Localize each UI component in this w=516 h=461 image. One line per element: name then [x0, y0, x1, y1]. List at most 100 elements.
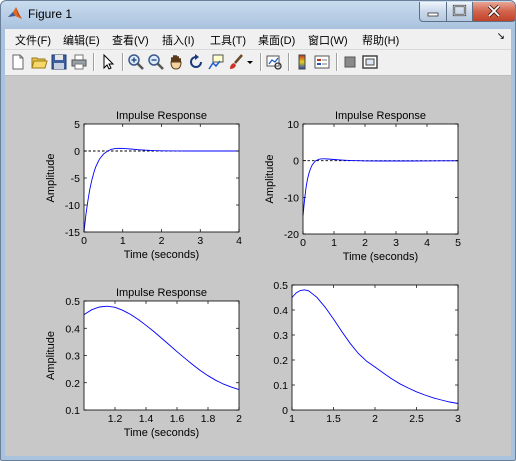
subplot-3-ylabel: Amplitude — [45, 331, 57, 380]
subplot-3-ytick-label: 0.1 — [65, 405, 80, 417]
menu-bar: 文件(F) 编辑(E) 查看(V) 插入(I) 工具(T) 桌面(D) 窗口(W… — [5, 29, 511, 50]
hide-plot-tools-icon — [344, 56, 356, 68]
figure-toolbar — [5, 50, 511, 76]
link-plot-button[interactable] — [265, 53, 283, 71]
subplot-3-xlabel: Time (seconds) — [124, 427, 199, 439]
pan-button[interactable] — [167, 53, 185, 71]
toolbar-separator — [122, 53, 124, 71]
subplot-3-xtick-label: 1.4 — [139, 413, 154, 425]
close-button[interactable] — [472, 2, 515, 22]
link-plot-icon — [266, 55, 282, 70]
close-icon — [487, 4, 501, 18]
show-plot-tools-icon — [362, 55, 378, 69]
subplot-2-xtick-label: 2 — [362, 237, 368, 249]
brush-dropdown[interactable] — [245, 53, 255, 71]
subplot-4-xtick-label: 1.5 — [326, 413, 341, 425]
maximize-button[interactable] — [446, 2, 473, 22]
new-file-icon — [12, 54, 24, 70]
zoom-out-button[interactable] — [147, 53, 165, 71]
subplot-2-xtick-label: 4 — [424, 237, 430, 249]
subplot-2-axes-bg — [303, 124, 458, 234]
subplot-2-xtick-label: 0 — [300, 237, 306, 249]
brush-dropdown-icon — [247, 61, 253, 64]
minimize-button[interactable] — [419, 2, 447, 22]
menu-insert[interactable]: 插入(I) — [162, 32, 194, 48]
subplot-3-xtick-label: 2 — [236, 413, 242, 425]
menu-file[interactable]: 文件(F) — [15, 32, 51, 48]
subplot-2-xlabel: Time (seconds) — [343, 251, 418, 263]
toolbar-separator — [288, 53, 290, 71]
subplot-4-xtick-label: 3 — [455, 413, 461, 425]
menu-view[interactable]: 查看(V) — [112, 32, 149, 48]
menu-tools[interactable]: 工具(T) — [210, 32, 246, 48]
subplot-1-xlabel: Time (seconds) — [124, 249, 199, 261]
edit-plot-button[interactable] — [99, 53, 117, 71]
subplot-1-xtick-label: 2 — [159, 235, 165, 247]
hide-plot-tools-button[interactable] — [341, 53, 359, 71]
rotate-3d-icon — [190, 54, 202, 68]
brush-icon — [230, 54, 243, 69]
figure-canvas[interactable]: 0 1 2 3 4 -15 -10 -5 0 5 Impulse Response Time (sec… — [5, 76, 511, 456]
show-plot-tools-button[interactable] — [361, 53, 379, 71]
subplot-4-ytick-label: 0 — [282, 405, 288, 417]
rotate-3d-button[interactable] — [187, 53, 205, 71]
save-icon — [51, 54, 67, 70]
colorbar-icon — [298, 54, 306, 70]
subplot-1-ytick-label: -5 — [71, 173, 80, 185]
subplot-4-xtick-label: 2.5 — [409, 413, 424, 425]
insert-colorbar-button[interactable] — [293, 53, 311, 71]
subplot-1-ylabel: Amplitude — [45, 154, 57, 203]
menu-overflow-icon[interactable]: ↘ — [497, 31, 505, 42]
brush-button[interactable] — [227, 53, 245, 71]
subplot-2-xtick-label: 1 — [331, 237, 337, 249]
subplot-2-ytick-label: -20 — [284, 229, 299, 241]
subplot-3-ytick-label: 0.4 — [65, 323, 80, 335]
subplot-4-xtick-label: 2 — [372, 413, 378, 425]
subplot-3-xtick-label: 1.6 — [170, 413, 185, 425]
subplot-4-ytick-label: 0.2 — [273, 355, 288, 367]
subplot-1-xtick-label: 0 — [81, 235, 87, 247]
menu-window[interactable]: 窗口(W) — [308, 32, 348, 48]
subplot-1-ytick-label: -10 — [65, 200, 80, 212]
save-button[interactable] — [50, 53, 68, 71]
zoom-in-button[interactable] — [127, 53, 145, 71]
subplot-4-ytick-label: 0.3 — [273, 330, 288, 342]
toolbar-separator — [336, 53, 338, 71]
subplot-3-axes-bg — [84, 301, 239, 410]
toolbar-separator — [93, 53, 95, 71]
subplot-4-ytick-label: 0.5 — [273, 280, 288, 292]
subplot-1-axes-bg — [84, 124, 239, 232]
subplot-2-xtick-label: 5 — [455, 237, 461, 249]
pan-hand-icon — [170, 55, 182, 70]
subplot-2-ytick-label: 0 — [293, 156, 299, 168]
subplot-1-xtick-label: 3 — [197, 235, 203, 247]
subplot-3-ytick-label: 0.5 — [65, 296, 80, 308]
subplot-2-xtick-label: 3 — [393, 237, 399, 249]
open-folder-icon — [31, 57, 48, 69]
maximize-icon — [452, 4, 467, 17]
subplot-3-xtick-label: 1.2 — [108, 413, 123, 425]
legend-icon — [314, 55, 330, 69]
menu-desktop[interactable]: 桌面(D) — [258, 32, 295, 48]
menu-help[interactable]: 帮助(H) — [362, 32, 399, 48]
zoom-out-icon — [148, 54, 164, 70]
print-icon — [71, 54, 87, 70]
subplot-2-ylabel: Amplitude — [264, 155, 276, 204]
data-cursor-button[interactable] — [207, 53, 225, 71]
matlab-logo-icon — [8, 7, 22, 19]
subplot-3-title: Impulse Response — [116, 287, 207, 299]
title-bar[interactable]: Figure 1 — [1, 1, 515, 27]
subplot-1-title: Impulse Response — [116, 110, 207, 122]
menu-edit[interactable]: 编辑(E) — [63, 32, 100, 48]
pointer-icon — [103, 53, 115, 70]
open-file-button[interactable] — [30, 53, 48, 71]
insert-legend-button[interactable] — [313, 53, 331, 71]
subplot-3-ytick-label: 0.3 — [65, 351, 80, 363]
subplot-grid: 0 1 2 3 4-15-10-505Impulse ResponseTime (sec… — [45, 110, 461, 439]
subplot-4-ytick-label: 0.1 — [273, 380, 288, 392]
subplot-2-title: Impulse Response — [335, 110, 426, 122]
subplot-3-xtick-label: 1.8 — [201, 413, 216, 425]
print-button[interactable] — [70, 53, 88, 71]
zoom-in-icon — [128, 54, 144, 70]
new-file-button[interactable] — [9, 53, 27, 71]
